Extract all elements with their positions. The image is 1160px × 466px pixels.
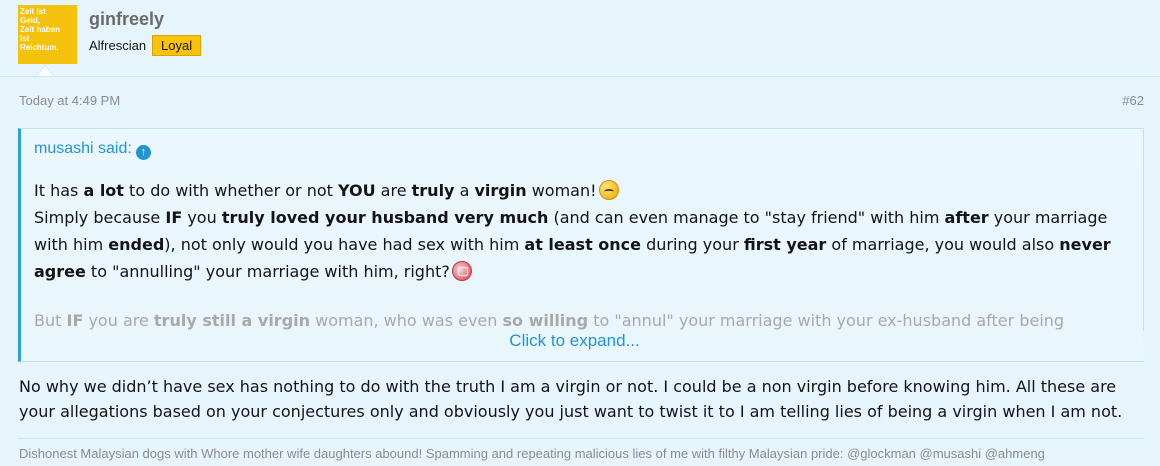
text-run: ), not only would you have had sex with …: [164, 235, 525, 254]
text-run: Simply because: [34, 208, 166, 227]
bold-run: IF: [165, 208, 183, 227]
text-run: are: [375, 181, 412, 200]
bold-run: a lot: [83, 181, 124, 200]
quote-header: musashi said: ↑: [21, 129, 1143, 167]
quote-author-name: musashi said:: [34, 140, 132, 157]
avatar[interactable]: Zeit ist Geld, Zeit haben ist Reichtum.: [18, 5, 77, 64]
text-run: a: [454, 181, 475, 200]
signature-text: Dishonest Malaysian dogs with Whore moth…: [19, 446, 1045, 461]
bold-run: after: [944, 208, 989, 227]
bold-run: IF: [66, 311, 84, 330]
text-run: you are: [83, 311, 154, 330]
text-run: woman!: [526, 181, 597, 200]
text-run: woman, who was even: [310, 311, 503, 330]
text-run: to do with whether or not: [123, 181, 338, 200]
avatar-text: Zeit ist Geld, Zeit haben ist Reichtum.: [20, 7, 61, 52]
arrow-up-circle-icon[interactable]: ↑: [135, 145, 151, 160]
user-banner: Loyal: [152, 35, 202, 56]
bold-run: truly loved your husband very much: [221, 208, 549, 227]
message-body: No why we didn’t have sex has nothing to…: [19, 377, 1123, 421]
user-title: Alfrescian: [89, 38, 147, 53]
quote-paragraph-1: It has a lot to do with whether or not Y…: [34, 177, 1124, 204]
post-header: Zeit ist Geld, Zeit haben ist Reichtum. …: [0, 0, 1160, 77]
bold-run: at least once: [524, 235, 641, 254]
signature-divider: [18, 438, 1144, 439]
bold-run: virgin: [474, 181, 527, 200]
quote-block: musashi said: ↑ It has a lot to do with w…: [18, 128, 1144, 362]
text-run: to "annulling" your marriage with him, r…: [85, 262, 450, 281]
post-date-link[interactable]: Today at 4:49 PM: [19, 93, 120, 108]
text-run: It has: [34, 181, 84, 200]
click-to-expand-link[interactable]: Click to expand...: [0, 331, 1149, 351]
text-run: of marriage, you would also: [826, 235, 1060, 254]
quote-paragraph-2: Simply because IF you truly loved your h…: [34, 204, 1124, 285]
bold-run: first year: [743, 235, 827, 254]
bold-run: ended: [108, 235, 165, 254]
bold-run: truly still a virgin: [153, 311, 311, 330]
text-run: (and can even manage to "stay friend" wi…: [548, 208, 945, 227]
thinking-smiley-icon: [598, 180, 619, 200]
avatar-pointer: [37, 66, 53, 76]
post-meta-bar: Today at 4:49 PM #62: [0, 77, 1160, 119]
text-run: But: [34, 311, 67, 330]
text-run: you: [182, 208, 222, 227]
bold-run: so willing: [502, 311, 589, 330]
username-link[interactable]: ginfreely: [89, 9, 164, 30]
quote-author-link[interactable]: musashi said: ↑: [34, 140, 151, 160]
bold-run: YOU: [337, 181, 376, 200]
bold-run: truly: [411, 181, 455, 200]
fist-smiley-icon: [451, 261, 472, 281]
message-post: Zeit ist Geld, Zeit haben ist Reichtum. …: [0, 0, 1160, 466]
text-run: during your: [641, 235, 744, 254]
post-number-link[interactable]: #62: [1122, 93, 1144, 108]
